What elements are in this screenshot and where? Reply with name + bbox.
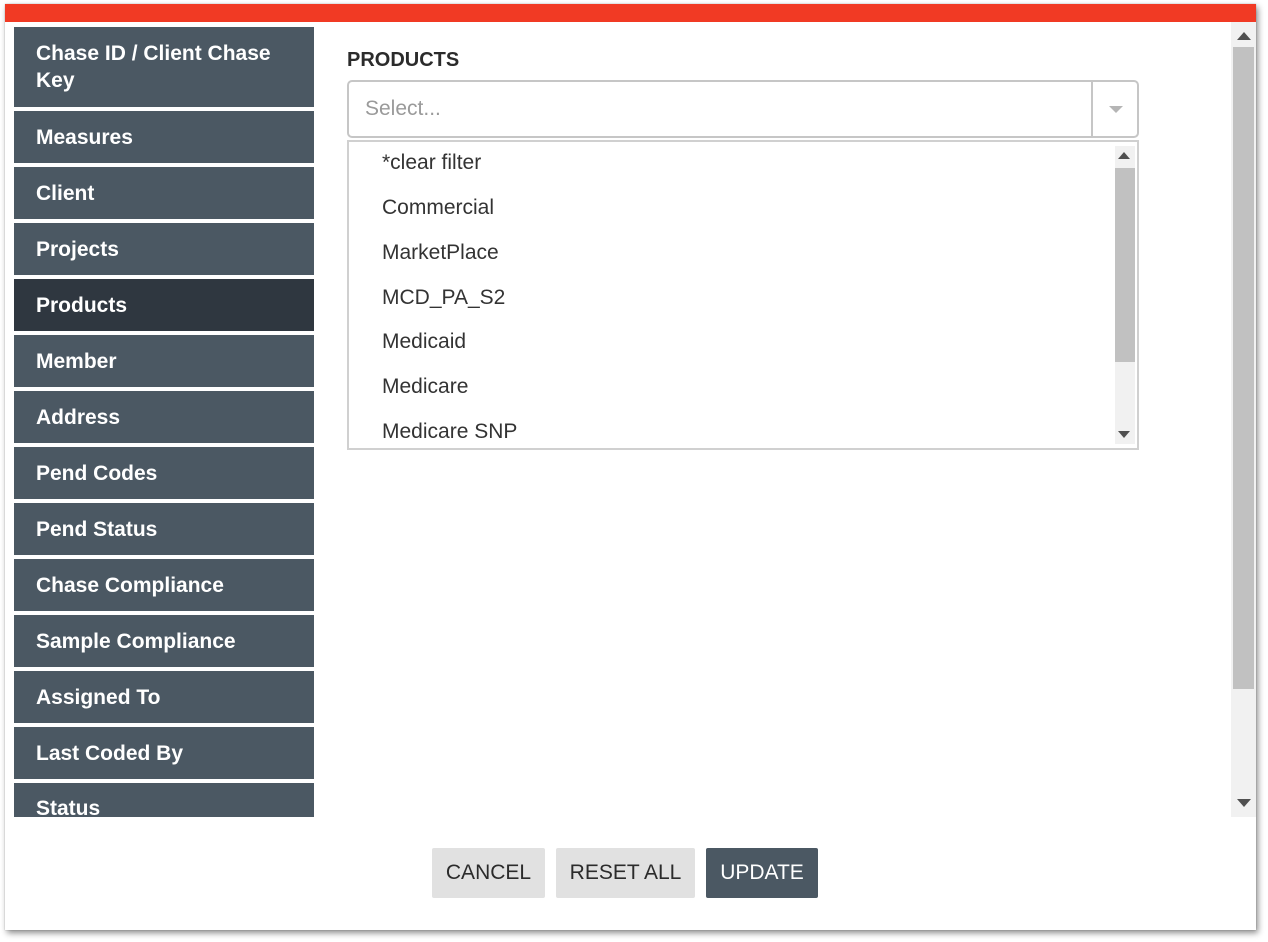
sidebar-item-last-coded-by[interactable]: Last Coded By: [14, 727, 314, 779]
dropdown-option[interactable]: Medicare: [382, 375, 468, 399]
dropdown-scrollbar-thumb[interactable]: [1115, 168, 1135, 362]
sidebar-item-address[interactable]: Address: [14, 391, 314, 443]
dropdown-option[interactable]: MCD_PA_S2: [382, 286, 505, 310]
sidebar-item-label: Status: [36, 797, 101, 817]
select-divider: [1091, 82, 1093, 136]
dropdown-option[interactable]: *clear filter: [382, 151, 481, 175]
sidebar-item-label: Assigned To: [36, 685, 161, 709]
scroll-down-arrow-icon[interactable]: [1118, 431, 1130, 438]
filter-label: PRODUCTS: [347, 49, 460, 71]
sidebar-item-pend-status[interactable]: Pend Status: [14, 503, 314, 555]
dropdown-option[interactable]: MarketPlace: [382, 241, 499, 265]
sidebar-item-label: Chase Compliance: [36, 573, 224, 597]
sidebar-item-label: Sample Compliance: [36, 629, 236, 653]
scroll-up-arrow-icon[interactable]: [1237, 32, 1251, 40]
dropdown-option[interactable]: Medicaid: [382, 330, 466, 354]
sidebar-item-products[interactable]: Products: [14, 279, 314, 331]
accent-bar: [5, 4, 1256, 22]
select-placeholder: Select...: [365, 97, 441, 120]
cancel-button[interactable]: CANCEL: [432, 848, 545, 898]
sidebar-item-label: Pend Status: [36, 517, 158, 541]
scroll-up-arrow-icon[interactable]: [1118, 152, 1130, 159]
scroll-down-arrow-icon[interactable]: [1237, 799, 1251, 807]
sidebar-item-label: Address: [36, 405, 121, 429]
sidebar-item-assigned-to[interactable]: Assigned To: [14, 671, 314, 723]
sidebar-item-label: Client: [36, 181, 95, 205]
sidebar-item-client[interactable]: Client: [14, 167, 314, 219]
sidebar-item-label: Chase ID / Client Chase Key: [36, 42, 271, 92]
sidebar-item-sample-compliance[interactable]: Sample Compliance: [14, 615, 314, 667]
sidebar-item-label: Last Coded By: [36, 741, 184, 765]
products-select[interactable]: Select...: [347, 80, 1139, 138]
reset-all-button[interactable]: RESET ALL: [556, 848, 695, 898]
sidebar-item-projects[interactable]: Projects: [14, 223, 314, 275]
sidebar-item-chase-id[interactable]: Chase ID / Client Chase Key: [14, 27, 314, 107]
panel-scrollbar-thumb[interactable]: [1233, 47, 1254, 689]
sidebar-item-label: Projects: [36, 237, 119, 261]
filter-dialog: Chase ID / Client Chase Key Measures Cli…: [5, 4, 1256, 930]
sidebar-item-label: Measures: [36, 125, 133, 149]
sidebar-item-measures[interactable]: Measures: [14, 111, 314, 163]
sidebar-item-label: Products: [36, 293, 128, 317]
sidebar-item-pend-codes[interactable]: Pend Codes: [14, 447, 314, 499]
update-button[interactable]: UPDATE: [706, 848, 818, 898]
sidebar-item-member[interactable]: Member: [14, 335, 314, 387]
chevron-down-icon[interactable]: [1109, 106, 1123, 113]
products-dropdown-list: *clear filter Commercial MarketPlace MCD…: [347, 140, 1139, 450]
dropdown-option[interactable]: Medicare SNP: [382, 420, 517, 444]
dropdown-option[interactable]: Commercial: [382, 196, 494, 220]
sidebar-item-chase-compliance[interactable]: Chase Compliance: [14, 559, 314, 611]
sidebar-item-label: Pend Codes: [36, 461, 158, 485]
sidebar-item-label: Member: [36, 349, 117, 373]
sidebar-item-status[interactable]: Status: [14, 783, 314, 817]
filter-category-sidebar: Chase ID / Client Chase Key Measures Cli…: [14, 27, 314, 817]
